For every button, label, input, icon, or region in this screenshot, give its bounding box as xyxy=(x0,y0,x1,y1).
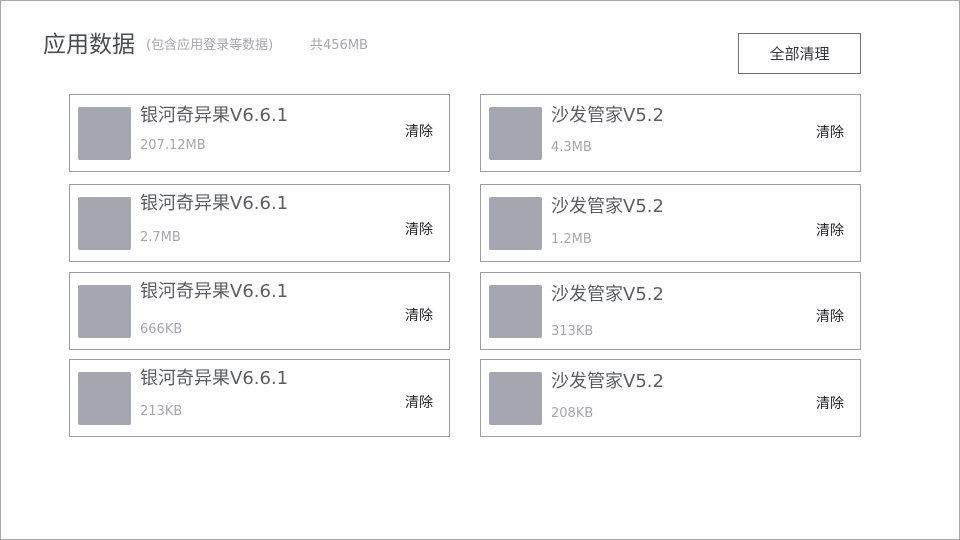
app-frame xyxy=(0,0,960,540)
app-placeholder-icon xyxy=(78,197,131,250)
page-subtitle: (包含应用登录等数据) xyxy=(146,38,274,53)
app-size: 213KB xyxy=(140,404,183,419)
app-size: 2.7MB xyxy=(140,230,181,245)
clear-button[interactable]: 清除 xyxy=(405,221,433,239)
app-size: 1.2MB xyxy=(551,232,592,247)
clear-button[interactable]: 清除 xyxy=(405,123,433,141)
app-placeholder-icon xyxy=(489,285,542,338)
app-placeholder-icon xyxy=(489,197,542,250)
clear-button[interactable]: 清除 xyxy=(816,395,844,413)
app-name: 银河奇异果V6.6.1 xyxy=(140,105,289,126)
app-size: 4.3MB xyxy=(551,140,592,155)
app-size: 666KB xyxy=(140,322,183,337)
clear-button[interactable]: 清除 xyxy=(405,394,433,412)
app-card[interactable]: 沙发管家V5.2 1.2MB 清除 xyxy=(480,184,861,262)
app-name: 沙发管家V5.2 xyxy=(551,371,664,392)
app-size: 207.12MB xyxy=(140,138,206,153)
app-placeholder-icon xyxy=(78,107,131,160)
app-placeholder-icon xyxy=(78,285,131,338)
app-card[interactable]: 沙发管家V5.2 313KB 清除 xyxy=(480,272,861,350)
clear-button[interactable]: 清除 xyxy=(816,222,844,240)
clear-all-button[interactable]: 全部清理 xyxy=(738,33,861,74)
app-placeholder-icon xyxy=(78,372,131,425)
app-card[interactable]: 银河奇异果V6.6.1 2.7MB 清除 xyxy=(69,184,450,262)
page-title: 应用数据 xyxy=(43,32,135,58)
app-card[interactable]: 银河奇异果V6.6.1 207.12MB 清除 xyxy=(69,94,450,172)
app-card[interactable]: 沙发管家V5.2 4.3MB 清除 xyxy=(480,94,861,172)
app-name: 沙发管家V5.2 xyxy=(551,196,664,217)
clear-button[interactable]: 清除 xyxy=(405,307,433,325)
app-name: 沙发管家V5.2 xyxy=(551,284,664,305)
app-placeholder-icon xyxy=(489,107,542,160)
app-name: 银河奇异果V6.6.1 xyxy=(140,368,289,389)
app-card[interactable]: 银河奇异果V6.6.1 666KB 清除 xyxy=(69,272,450,350)
app-name: 银河奇异果V6.6.1 xyxy=(140,281,289,302)
clear-button[interactable]: 清除 xyxy=(816,124,844,142)
clear-button[interactable]: 清除 xyxy=(816,308,844,326)
app-card[interactable]: 沙发管家V5.2 208KB 清除 xyxy=(480,359,861,437)
app-size: 313KB xyxy=(551,324,594,339)
app-size: 208KB xyxy=(551,406,594,421)
app-name: 沙发管家V5.2 xyxy=(551,105,664,126)
app-placeholder-icon xyxy=(489,372,542,425)
app-name: 银河奇异果V6.6.1 xyxy=(140,193,289,214)
app-card[interactable]: 银河奇异果V6.6.1 213KB 清除 xyxy=(69,359,450,437)
total-size-label: 共456MB xyxy=(310,38,368,53)
